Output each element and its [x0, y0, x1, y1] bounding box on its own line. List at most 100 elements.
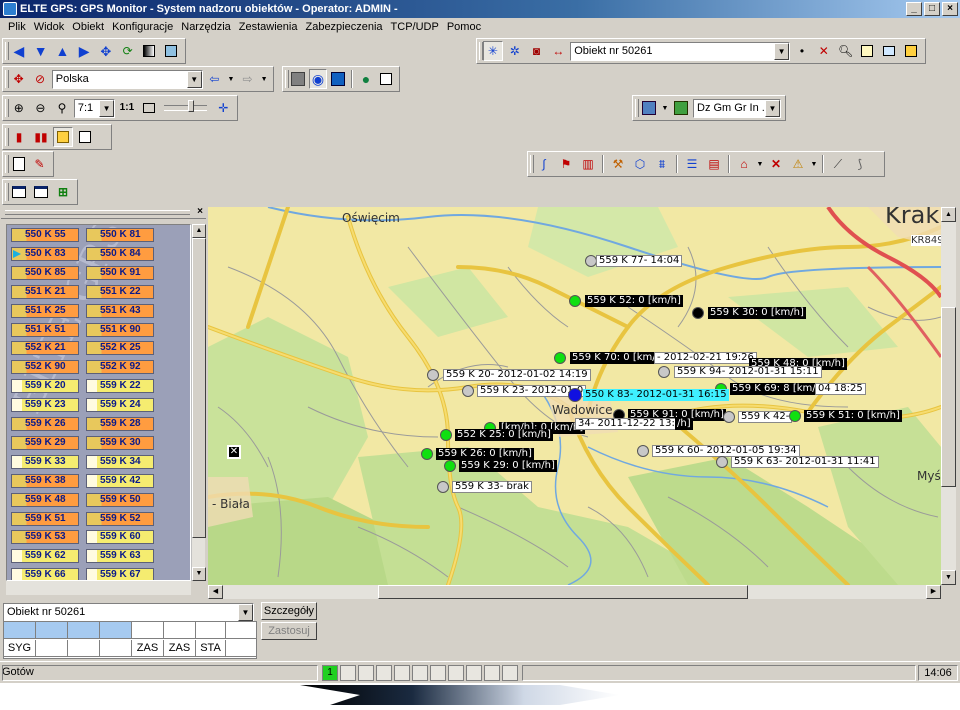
scroll-right-icon[interactable]: ▶: [926, 585, 941, 599]
page-box[interactable]: [376, 665, 392, 681]
object-select[interactable]: Obiekt nr 50261 ▼: [570, 41, 791, 61]
country-select[interactable]: Polska ▼: [51, 69, 203, 89]
print-screen-icon[interactable]: [161, 41, 181, 61]
page-box[interactable]: [484, 665, 500, 681]
layers-select[interactable]: Dz Gm Gr In ... ▼: [693, 98, 781, 118]
measure-icon[interactable]: ⟋: [828, 154, 848, 174]
page-box[interactable]: [412, 665, 428, 681]
satellite-icon[interactable]: [289, 69, 307, 89]
marker-l94[interactable]: [658, 366, 670, 378]
menu-narzedzia[interactable]: Narzędzia: [177, 21, 235, 33]
zoom-out-icon[interactable]: ⊖: [31, 98, 51, 118]
arrow-right-icon[interactable]: ▶: [74, 41, 94, 61]
camera-icon[interactable]: ◙: [527, 41, 547, 61]
bottom-object-select[interactable]: Obiekt nr 50261 ▼: [3, 603, 254, 622]
flag-icon[interactable]: ⚑: [556, 154, 576, 174]
map-view[interactable]: Oświęcim Wadowice - Biała Krak Myśl KR84…: [208, 207, 941, 585]
page-box[interactable]: [502, 665, 518, 681]
window-add-icon[interactable]: ⊞: [53, 182, 73, 202]
polygon-icon[interactable]: ⬡: [630, 154, 650, 174]
map-scroll-thumb[interactable]: [941, 307, 956, 487]
world-map-icon[interactable]: [329, 69, 347, 89]
menu-tcp-udp[interactable]: TCP/UDP: [387, 21, 443, 33]
vehicle-item[interactable]: 559 K 67: [86, 568, 154, 580]
zoom-in-icon[interactable]: ⊕: [9, 98, 29, 118]
marker-l60[interactable]: [637, 445, 649, 457]
layers-config-icon[interactable]: [671, 98, 691, 118]
vehicle-item[interactable]: 559 K 34: [86, 454, 154, 469]
scroll-left-icon[interactable]: ◀: [208, 585, 223, 599]
earth-icon[interactable]: ●: [357, 69, 375, 89]
map-hscroll-thumb[interactable]: [378, 585, 748, 599]
document-icon[interactable]: [9, 154, 28, 174]
vehicle-item[interactable]: 550 K 85: [11, 265, 79, 280]
menu-zabezpieczenia[interactable]: Zabezpieczenia: [301, 21, 386, 33]
page-box[interactable]: [430, 665, 446, 681]
marker-l33[interactable]: [437, 481, 449, 493]
page-box[interactable]: [358, 665, 374, 681]
chevron-down-icon[interactable]: ▼: [765, 99, 780, 117]
marker-l25[interactable]: [440, 429, 452, 441]
vehicle-item[interactable]: 559 K 50: [86, 492, 154, 507]
vehicle-item[interactable]: 559 K 60: [86, 530, 154, 545]
region-icon[interactable]: ⊘: [30, 69, 49, 89]
zoom-select[interactable]: 7:1 ▼: [73, 98, 116, 118]
paint-icon[interactable]: ⚒: [608, 154, 628, 174]
edit-document-icon[interactable]: ✎: [30, 154, 49, 174]
window-icon[interactable]: [9, 182, 29, 202]
search-object-icon[interactable]: 🔍︎: [836, 41, 856, 61]
vehicle-item[interactable]: 551 K 90: [86, 322, 154, 337]
vehicle-item[interactable]: 559 K 29: [11, 435, 79, 450]
scroll-down-icon[interactable]: ▼: [192, 567, 206, 581]
magnifier-icon[interactable]: ⚲: [52, 98, 72, 118]
vehicle-item[interactable]: 550 K 55: [11, 228, 79, 242]
vehicle-item[interactable]: 552 K 25: [86, 341, 154, 356]
ratio-button[interactable]: 1:1: [117, 98, 137, 118]
vehicle-item[interactable]: 551 K 43: [86, 303, 154, 318]
menu-pomoc[interactable]: Pomoc: [443, 21, 485, 33]
vehicle-item[interactable]: 559 K 26: [11, 417, 79, 431]
map-horizontal-scrollbar[interactable]: ◀ ▶: [208, 585, 941, 599]
vehicle-item[interactable]: 559 K 51: [11, 511, 79, 526]
vehicle-item[interactable]: 550 K 91: [86, 265, 154, 280]
windows-icon[interactable]: [879, 41, 899, 61]
details-button[interactable]: Szczegóły: [261, 602, 317, 620]
back-icon[interactable]: ⇦: [205, 69, 224, 89]
vehicle-item[interactable]: 559 K 30: [86, 435, 154, 450]
layers-icon[interactable]: [639, 98, 659, 118]
page-box[interactable]: [448, 665, 464, 681]
marker-l51[interactable]: [789, 410, 801, 422]
vehicle-item[interactable]: 550 K 83: [11, 246, 79, 261]
move-icon[interactable]: ✥: [9, 69, 28, 89]
marker-l52[interactable]: [569, 295, 581, 307]
maximize-button[interactable]: □: [924, 2, 940, 16]
scroll-up-icon[interactable]: ▲: [192, 224, 206, 238]
marker-l29[interactable]: [444, 460, 456, 472]
star-tool-icon[interactable]: ✳: [483, 41, 503, 61]
page-indicator[interactable]: 1: [322, 665, 338, 681]
chevron-down-icon[interactable]: ▼: [810, 154, 818, 174]
filter-off-icon[interactable]: ✕: [814, 41, 834, 61]
star-multi-icon[interactable]: ✲: [505, 41, 525, 61]
marker-l83[interactable]: [568, 388, 582, 402]
chevron-down-icon[interactable]: ▼: [186, 70, 202, 88]
vehicle-item[interactable]: 552 K 90: [11, 360, 79, 375]
report-icon[interactable]: ▮: [9, 127, 29, 147]
chevron-down-icon[interactable]: ▼: [259, 69, 269, 89]
arrow-left-icon[interactable]: ◀: [9, 41, 29, 61]
poi-icon[interactable]: ⌂: [734, 154, 754, 174]
swap-icon[interactable]: ↔: [548, 41, 568, 61]
chevron-down-icon[interactable]: ▼: [226, 69, 236, 89]
vehicle-item[interactable]: 559 K 53: [11, 530, 79, 545]
vehicle-item[interactable]: 559 K 28: [86, 417, 154, 431]
minimize-button[interactable]: _: [906, 2, 922, 16]
pan-icon[interactable]: ✥: [96, 41, 116, 61]
zoom-slider[interactable]: [164, 100, 208, 112]
gradient-icon[interactable]: [140, 41, 160, 61]
vehicle-item[interactable]: 551 K 21: [11, 284, 79, 299]
menu-konfiguracje[interactable]: Konfiguracje: [108, 21, 177, 33]
overlay-icon[interactable]: [377, 69, 395, 89]
vehicle-item[interactable]: 559 K 62: [11, 549, 79, 564]
chevron-down-icon[interactable]: ▼: [238, 604, 253, 621]
close-marker-icon[interactable]: ✕: [227, 445, 241, 459]
